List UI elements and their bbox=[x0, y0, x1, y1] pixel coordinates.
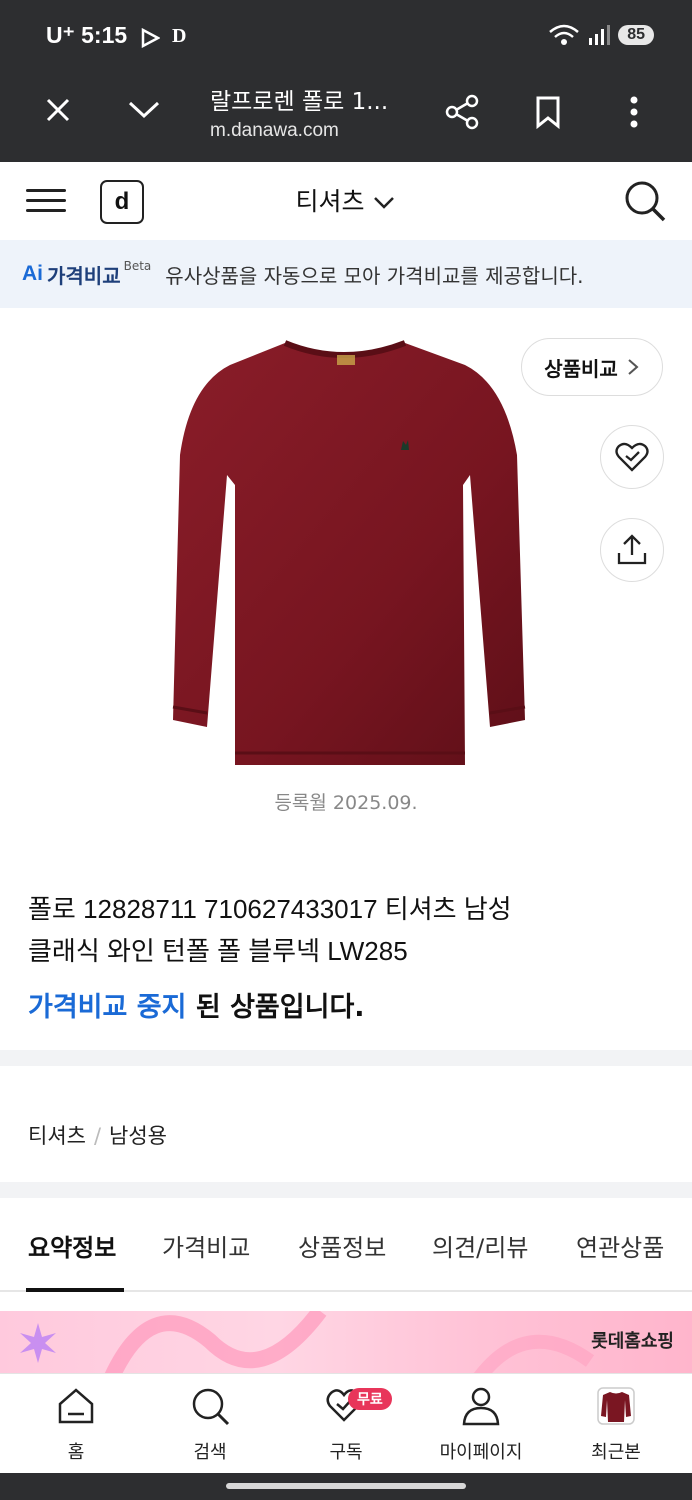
more-vert-icon bbox=[630, 96, 638, 128]
section-divider bbox=[0, 1050, 692, 1066]
gesture-bar bbox=[0, 1473, 692, 1500]
nav-home[interactable]: 홈 bbox=[26, 1374, 126, 1474]
browser-toolbar: 랄프로렌 폴로 1... m.danawa.com bbox=[0, 76, 692, 162]
recent-thumbnail bbox=[597, 1387, 635, 1425]
play-icon bbox=[141, 28, 160, 48]
heart-check-icon bbox=[615, 442, 649, 472]
share-icon bbox=[445, 94, 479, 130]
clock: 5:15 bbox=[81, 22, 128, 48]
upload-icon bbox=[617, 534, 647, 565]
ai-description: 유사상품을 자동으로 모아 가격비교를 제공합니다. bbox=[165, 263, 584, 288]
upload-share-button[interactable] bbox=[600, 518, 664, 582]
nav-search[interactable]: 검색 bbox=[160, 1374, 260, 1474]
tab-product-info[interactable]: 상품정보 bbox=[298, 1228, 386, 1263]
status-time: U⁺ 5:15 bbox=[46, 22, 127, 49]
section-divider bbox=[0, 1182, 692, 1198]
ad-banner[interactable]: 롯데홈쇼핑 bbox=[0, 1311, 692, 1373]
beta-label: Beta bbox=[123, 259, 152, 273]
more-menu-button[interactable] bbox=[618, 90, 650, 134]
breadcrumb-item-men[interactable]: 남성용 bbox=[109, 1124, 167, 1148]
status-icons: 85 bbox=[548, 24, 654, 46]
ribbon-decoration bbox=[104, 1311, 595, 1373]
chevron-down-icon bbox=[374, 197, 395, 209]
chevron-down-icon bbox=[128, 101, 160, 119]
category-label: 티셔츠 bbox=[295, 187, 365, 216]
nav-recent[interactable]: 최근본 bbox=[566, 1374, 666, 1474]
search-icon bbox=[192, 1388, 230, 1426]
ai-price-compare-bar[interactable]: Ai 가격비교 Beta 유사상품을 자동으로 모아 가격비교를 제공합니다. bbox=[0, 240, 692, 308]
search-icon bbox=[625, 181, 666, 222]
bottom-navigation: 홈 검색 무료 구독 마이페이지 최근본 bbox=[0, 1373, 692, 1474]
product-name-line1: 폴로 12828711 710627433017 티셔츠 남성 bbox=[28, 894, 512, 924]
free-badge: 무료 bbox=[348, 1388, 392, 1410]
product-compare-label: 상품비교 bbox=[544, 356, 618, 381]
d-app-icon: D bbox=[172, 25, 187, 47]
browser-page-title: 랄프로렌 폴로 1... bbox=[210, 89, 389, 115]
share-button[interactable] bbox=[440, 90, 484, 134]
person-icon bbox=[462, 1387, 500, 1426]
nav-mypage[interactable]: 마이페이지 bbox=[431, 1374, 531, 1474]
banner-brand: 롯데홈쇼핑 bbox=[591, 1331, 674, 1352]
category-selector[interactable]: 티셔츠 bbox=[0, 182, 692, 218]
ai-compare-label: 가격비교 bbox=[47, 263, 121, 288]
notice-text: 된 상품입니다. bbox=[186, 992, 365, 1023]
tab-related[interactable]: 연관상품 bbox=[576, 1228, 664, 1263]
ai-label: Ai bbox=[22, 262, 43, 285]
detail-tabs: 요약정보 가격비교 상품정보 의견/리뷰 연관상품 bbox=[0, 1198, 692, 1292]
price-compare-stopped-notice: 가격비교 중지 된 상품입니다. bbox=[28, 985, 365, 1024]
browser-url[interactable]: m.danawa.com bbox=[210, 120, 339, 142]
close-tab-button[interactable] bbox=[38, 90, 78, 130]
nav-search-label: 검색 bbox=[193, 1442, 227, 1463]
app-header: d 티셔츠 bbox=[0, 162, 692, 240]
product-image[interactable] bbox=[165, 335, 530, 775]
registered-date: 등록월 2025.09. bbox=[274, 792, 418, 814]
product-name-line2: 클래식 와인 턴폴 폴 블루넥 LW285 bbox=[28, 936, 408, 966]
nav-subscribe-label: 구독 bbox=[329, 1442, 363, 1463]
bookmark-icon bbox=[536, 96, 560, 129]
battery-badge: 85 bbox=[618, 25, 654, 45]
home-gesture-pill[interactable] bbox=[226, 1483, 466, 1489]
product-name: 폴로 12828711 710627433017 티셔츠 남성 클래식 와인 턴… bbox=[28, 888, 648, 972]
tab-reviews[interactable]: 의견/리뷰 bbox=[432, 1228, 528, 1263]
wifi-icon bbox=[549, 24, 580, 45]
home-icon bbox=[58, 1388, 94, 1424]
nav-home-label: 홈 bbox=[67, 1442, 85, 1463]
bookmark-button[interactable] bbox=[528, 90, 568, 134]
active-tab-indicator bbox=[26, 1288, 124, 1292]
carrier-label: U⁺ bbox=[46, 22, 75, 48]
collapse-button[interactable] bbox=[124, 90, 164, 130]
close-icon bbox=[46, 98, 70, 122]
nav-recent-label: 최근본 bbox=[591, 1442, 641, 1463]
tab-summary[interactable]: 요약정보 bbox=[28, 1228, 116, 1263]
product-compare-button[interactable]: 상품비교 bbox=[521, 338, 663, 396]
status-bar: U⁺ 5:15 D 85 bbox=[0, 0, 692, 76]
nav-subscribe[interactable]: 무료 구독 bbox=[296, 1374, 396, 1474]
signal-icon bbox=[589, 25, 611, 45]
nav-mypage-label: 마이페이지 bbox=[439, 1442, 523, 1463]
breadcrumb: 티셔츠 / 남성용 bbox=[28, 1124, 168, 1148]
notice-highlight: 가격비교 중지 bbox=[28, 992, 187, 1023]
tab-price-compare[interactable]: 가격비교 bbox=[162, 1228, 250, 1263]
breadcrumb-item-tshirts[interactable]: 티셔츠 bbox=[28, 1124, 86, 1148]
wishlist-button[interactable] bbox=[600, 425, 664, 489]
search-button[interactable] bbox=[620, 176, 670, 226]
chevron-right-icon bbox=[628, 359, 639, 375]
sparkle-icon bbox=[20, 1323, 56, 1363]
